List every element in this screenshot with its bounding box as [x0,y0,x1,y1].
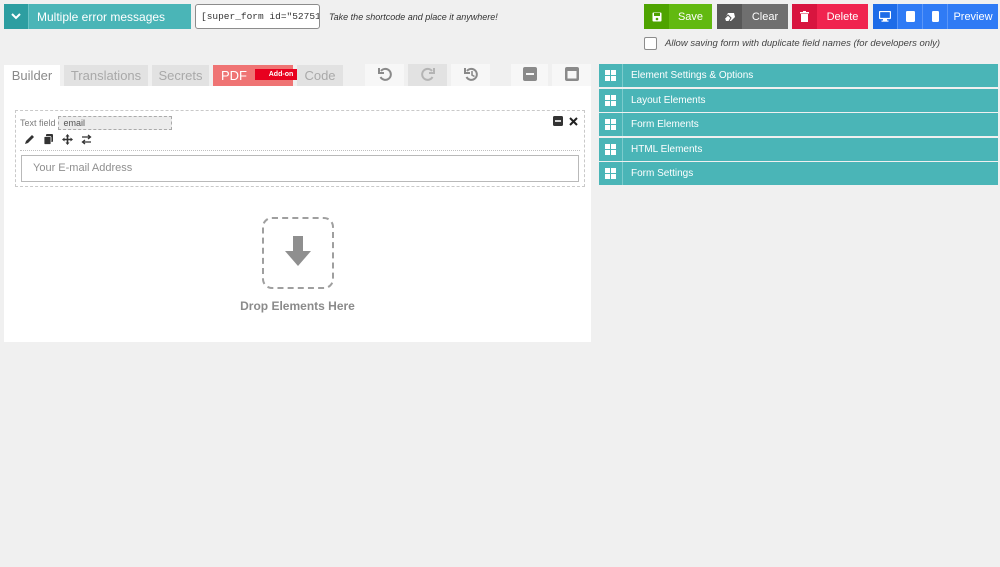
save-button-label: Save [677,10,704,23]
panel-item-label: HTML Elements [631,143,703,155]
delete-button-label: Delete [826,10,859,23]
clear-button[interactable]: Clear [717,4,788,29]
shortcode-field[interactable]: [super_form id="52751"] [195,4,320,29]
panel-item-form-settings[interactable]: Form Settings [599,162,998,185]
minimize-all-button[interactable] [511,64,548,88]
redo-icon [420,66,436,87]
maximize-all-icon [564,66,579,86]
email-field[interactable]: Your E-mail Address [21,155,579,182]
element-header: Text field email [20,116,172,130]
elements-panel: Element Settings & Options Layout Elemen… [599,64,998,187]
duplicate-names-checkbox[interactable] [644,37,657,50]
panel-item-label: Layout Elements [631,94,706,106]
form-canvas[interactable]: Text field email Your E-mail Address Dro… [4,86,591,342]
desktop-icon[interactable] [873,4,898,29]
chevron-down-icon[interactable] [4,4,29,29]
drop-zone[interactable] [262,217,334,289]
duplicate-names-label: Allow saving form with duplicate field n… [665,38,941,49]
duplicate-names-option[interactable]: Allow saving form with duplicate field n… [644,37,940,50]
grid-icon [599,88,623,112]
grid-icon [599,162,623,185]
panel-item-layout-elements[interactable]: Layout Elements [599,88,998,112]
tab-translations[interactable]: Translations [64,65,148,86]
panel-item-label: Form Elements [631,119,699,130]
minimize-icon[interactable] [552,115,564,127]
tab-pdf-label: PDF [221,68,247,83]
eraser-icon [717,4,742,29]
grid-icon [599,64,623,87]
undo-button[interactable] [365,64,404,88]
device-preview-group: Preview [873,4,998,29]
delete-button[interactable]: Delete [792,4,868,29]
grid-icon [599,137,623,161]
form-selector[interactable]: Multiple error messages [4,4,191,29]
shortcode-hint: Take the shortcode and place it anywhere… [329,12,498,22]
tab-code[interactable]: Code [297,65,343,86]
grid-icon [599,113,623,136]
clear-button-label: Clear [751,10,779,23]
element-name-field[interactable]: email [57,116,172,130]
trash-icon [792,4,817,29]
close-icon[interactable] [567,115,579,127]
edit-icon[interactable] [24,134,35,145]
preview-button[interactable]: Preview [948,4,998,29]
history-icon [463,66,479,87]
transfer-icon[interactable] [81,134,92,145]
move-icon[interactable] [62,134,73,145]
arrow-down-icon [285,235,311,271]
element-divider [20,150,580,151]
tablet-icon[interactable] [898,4,923,29]
panel-item-label: Form Settings [631,168,694,179]
duplicate-icon[interactable] [43,134,54,145]
panel-item-label: Element Settings & Options [631,70,754,81]
history-button[interactable] [451,64,490,88]
tab-pdf[interactable]: PDF Add-on [213,65,307,86]
element-toolbar [24,134,92,145]
save-icon [644,4,669,29]
save-button[interactable]: Save [644,4,712,29]
undo-icon [377,66,393,87]
tab-builder[interactable]: Builder [4,65,60,86]
tab-secrets[interactable]: Secrets [152,65,209,86]
panel-item-element-settings[interactable]: Element Settings & Options [599,64,998,87]
panel-item-form-elements[interactable]: Form Elements [599,113,998,136]
maximize-all-button[interactable] [552,64,591,88]
minimize-all-icon [522,66,537,86]
panel-item-html-elements[interactable]: HTML Elements [599,137,998,161]
element-type-label: Text field [20,118,56,128]
text-field-element[interactable]: Text field email Your E-mail Address [15,110,585,187]
form-title: Multiple error messages [37,9,166,24]
drop-zone-label: Drop Elements Here [240,299,355,313]
redo-button[interactable] [408,64,447,88]
mobile-icon[interactable] [923,4,948,29]
